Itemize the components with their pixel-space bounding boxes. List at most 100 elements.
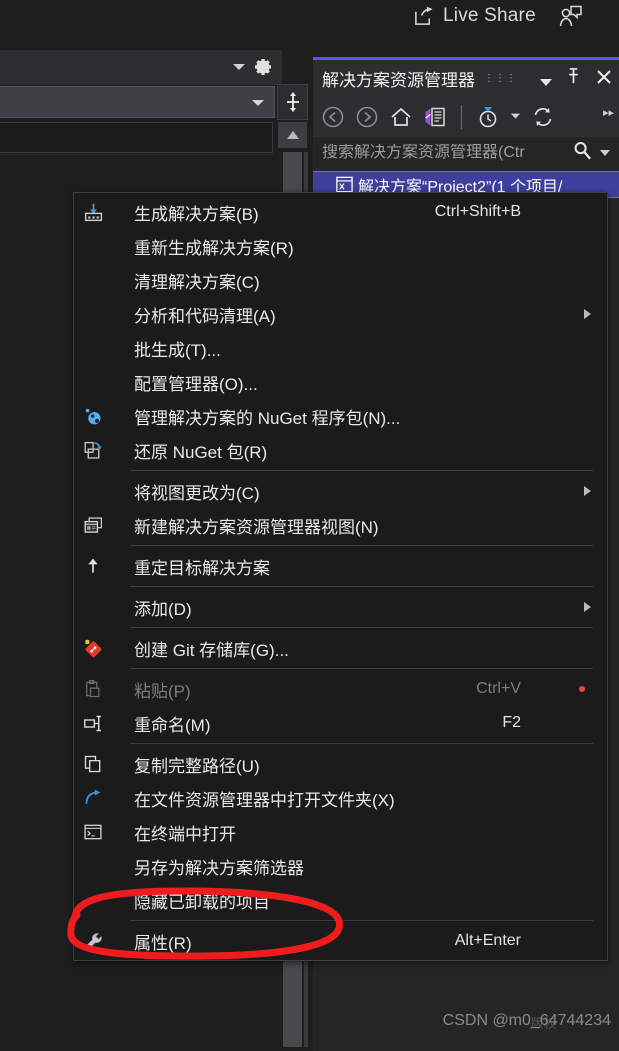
menu-item-analyze-cleanup[interactable]: 分析和代码清理(A)	[74, 297, 607, 331]
search-input[interactable]	[313, 144, 572, 162]
chevron-down-icon	[252, 100, 264, 106]
menu-item-retarget-solution[interactable]: 重定目标解决方案	[74, 549, 607, 583]
menu-item-label: 管理解决方案的 NuGet 程序包(N)...	[134, 408, 401, 428]
menu-item-label: 另存为解决方案筛选器	[134, 858, 304, 878]
menu-item-paste: 粘贴(P) Ctrl+V	[74, 672, 607, 706]
menu-icon-placeholder	[74, 474, 112, 508]
menu-item-shortcut: Ctrl+Shift+B	[434, 203, 521, 220]
menu-icon-placeholder	[74, 590, 112, 624]
filter-dropdown-icon[interactable]	[510, 108, 521, 126]
watermark: CSDN @m0_64744234 版权	[443, 1012, 611, 1031]
pin-icon[interactable]	[565, 67, 582, 91]
menu-separator	[130, 545, 593, 546]
editor-code-area[interactable]	[0, 122, 273, 153]
menu-item-shortcut: F2	[502, 714, 521, 731]
copy-icon	[74, 747, 112, 781]
search-icon[interactable]	[572, 140, 593, 166]
menu-item-label: 配置管理器(O)...	[134, 374, 258, 394]
chevron-down-icon[interactable]	[233, 64, 245, 70]
solution-explorer-toolbar: ▸▸	[313, 97, 619, 137]
scroll-up-arrow-icon	[286, 131, 299, 139]
menu-separator	[130, 920, 593, 921]
menu-item-label: 创建 Git 存储库(G)...	[134, 640, 289, 660]
menu-separator	[130, 668, 593, 669]
gear-icon[interactable]	[252, 56, 274, 78]
live-share-button[interactable]: Live Share	[413, 5, 536, 27]
menu-item-open-in-terminal[interactable]: 在终端中打开	[74, 815, 607, 849]
menu-item-rename[interactable]: 重命名(M) F2	[74, 706, 607, 740]
menu-separator	[130, 470, 593, 471]
editor-member-dropdown[interactable]	[0, 86, 275, 118]
menu-icon-placeholder	[74, 331, 112, 365]
menu-item-change-view-to[interactable]: 将视图更改为(C)	[74, 474, 607, 508]
menu-item-label: 重新生成解决方案(R)	[134, 238, 294, 258]
solution-explorer-search[interactable]	[313, 137, 619, 169]
drag-handle-dots[interactable]: ⋮⋮⋮	[484, 73, 517, 84]
close-icon[interactable]	[595, 68, 613, 91]
menu-item-label: 粘贴(P)	[134, 681, 191, 701]
menu-item-restore-nuget[interactable]: 还原 NuGet 包(R)	[74, 433, 607, 467]
app-root: Live Share 解决方案资源管理器 ⋮⋮⋮ ▸▸ 搜索解决方案资源管理器(…	[0, 0, 619, 1051]
menu-item-batch-build[interactable]: 批生成(T)...	[74, 331, 607, 365]
menu-icon-placeholder	[74, 263, 112, 297]
menu-item-hide-unloaded[interactable]: 隐藏已卸载的项目	[74, 883, 607, 917]
refresh-icon[interactable]	[531, 105, 555, 129]
menu-separator	[130, 586, 593, 587]
split-view-button[interactable]	[277, 84, 308, 120]
solution-context-menu: 生成解决方案(B) Ctrl+Shift+B 重新生成解决方案(R) 清理解决方案(C…	[73, 192, 608, 961]
menu-item-add[interactable]: 添加(D)	[74, 590, 607, 624]
menu-icon-placeholder	[74, 365, 112, 399]
menu-separator	[130, 743, 593, 744]
menu-item-label: 还原 NuGet 包(R)	[134, 442, 268, 462]
back-icon[interactable]	[321, 105, 345, 129]
menu-icon-placeholder	[74, 229, 112, 263]
up-arrow-icon	[74, 549, 112, 583]
menu-item-label: 属性(R)	[134, 933, 192, 953]
menu-item-build-solution[interactable]: 生成解决方案(B) Ctrl+Shift+B	[74, 195, 607, 229]
menu-item-create-git-repo[interactable]: 创建 Git 存储库(G)...	[74, 631, 607, 665]
menu-item-label: 分析和代码清理(A)	[134, 306, 276, 326]
open-folder-arrow-icon	[74, 781, 112, 815]
build-icon	[74, 195, 112, 229]
menu-item-configuration-mgr[interactable]: 配置管理器(O)...	[74, 365, 607, 399]
chevron-down-icon[interactable]	[600, 150, 610, 156]
share-arrow-icon	[413, 6, 434, 26]
menu-item-properties[interactable]: 属性(R) Alt+Enter	[74, 924, 607, 958]
menu-item-label: 生成解决方案(B)	[134, 204, 259, 224]
terminal-icon	[74, 815, 112, 849]
git-icon	[74, 631, 112, 665]
forward-icon[interactable]	[355, 105, 379, 129]
toolbar-overflow-icon[interactable]: ▸▸	[603, 106, 614, 119]
menu-item-label: 新建解决方案资源管理器视图(N)	[134, 517, 379, 537]
rename-icon	[74, 706, 112, 740]
menu-item-label: 将视图更改为(C)	[134, 483, 260, 503]
menu-item-rebuild-solution[interactable]: 重新生成解决方案(R)	[74, 229, 607, 263]
menu-item-label: 在文件资源管理器中打开文件夹(X)	[134, 790, 395, 810]
submenu-arrow-icon	[584, 309, 591, 319]
menu-icon-placeholder	[74, 883, 112, 917]
chevron-down-icon[interactable]	[540, 79, 552, 86]
submenu-arrow-icon	[584, 486, 591, 496]
solution-view-icon[interactable]	[423, 105, 447, 129]
watermark-ghost: 版权	[530, 1016, 557, 1031]
panel-title: 解决方案资源管理器	[322, 71, 475, 90]
menu-item-label: 复制完整路径(U)	[134, 756, 260, 776]
menu-item-copy-full-path[interactable]: 复制完整路径(U)	[74, 747, 607, 781]
menu-item-new-sol-exp-view[interactable]: 新建解决方案资源管理器视图(N)	[74, 508, 607, 542]
menu-item-open-folder-explorer[interactable]: 在文件资源管理器中打开文件夹(X)	[74, 781, 607, 815]
menu-item-manage-nuget[interactable]: 管理解决方案的 NuGet 程序包(N)...	[74, 399, 607, 433]
toolbar-separator	[461, 105, 462, 129]
editor-pane-header	[0, 50, 282, 85]
menu-item-save-as-solution-filter[interactable]: 另存为解决方案筛选器	[74, 849, 607, 883]
people-share-icon[interactable]	[557, 4, 583, 30]
wrench-icon	[74, 924, 112, 958]
menu-item-label: 添加(D)	[134, 599, 192, 619]
horizontal-split-icon	[286, 92, 299, 112]
menu-item-label: 批生成(T)...	[134, 340, 221, 360]
scrollbar-up-button[interactable]	[278, 122, 307, 148]
menu-item-clean-solution[interactable]: 清理解决方案(C)	[74, 263, 607, 297]
pending-changes-filter-icon[interactable]	[476, 105, 500, 129]
home-icon[interactable]	[389, 105, 413, 129]
clipboard-status-dot-icon	[579, 686, 585, 692]
menu-item-label: 清理解决方案(C)	[134, 272, 260, 292]
